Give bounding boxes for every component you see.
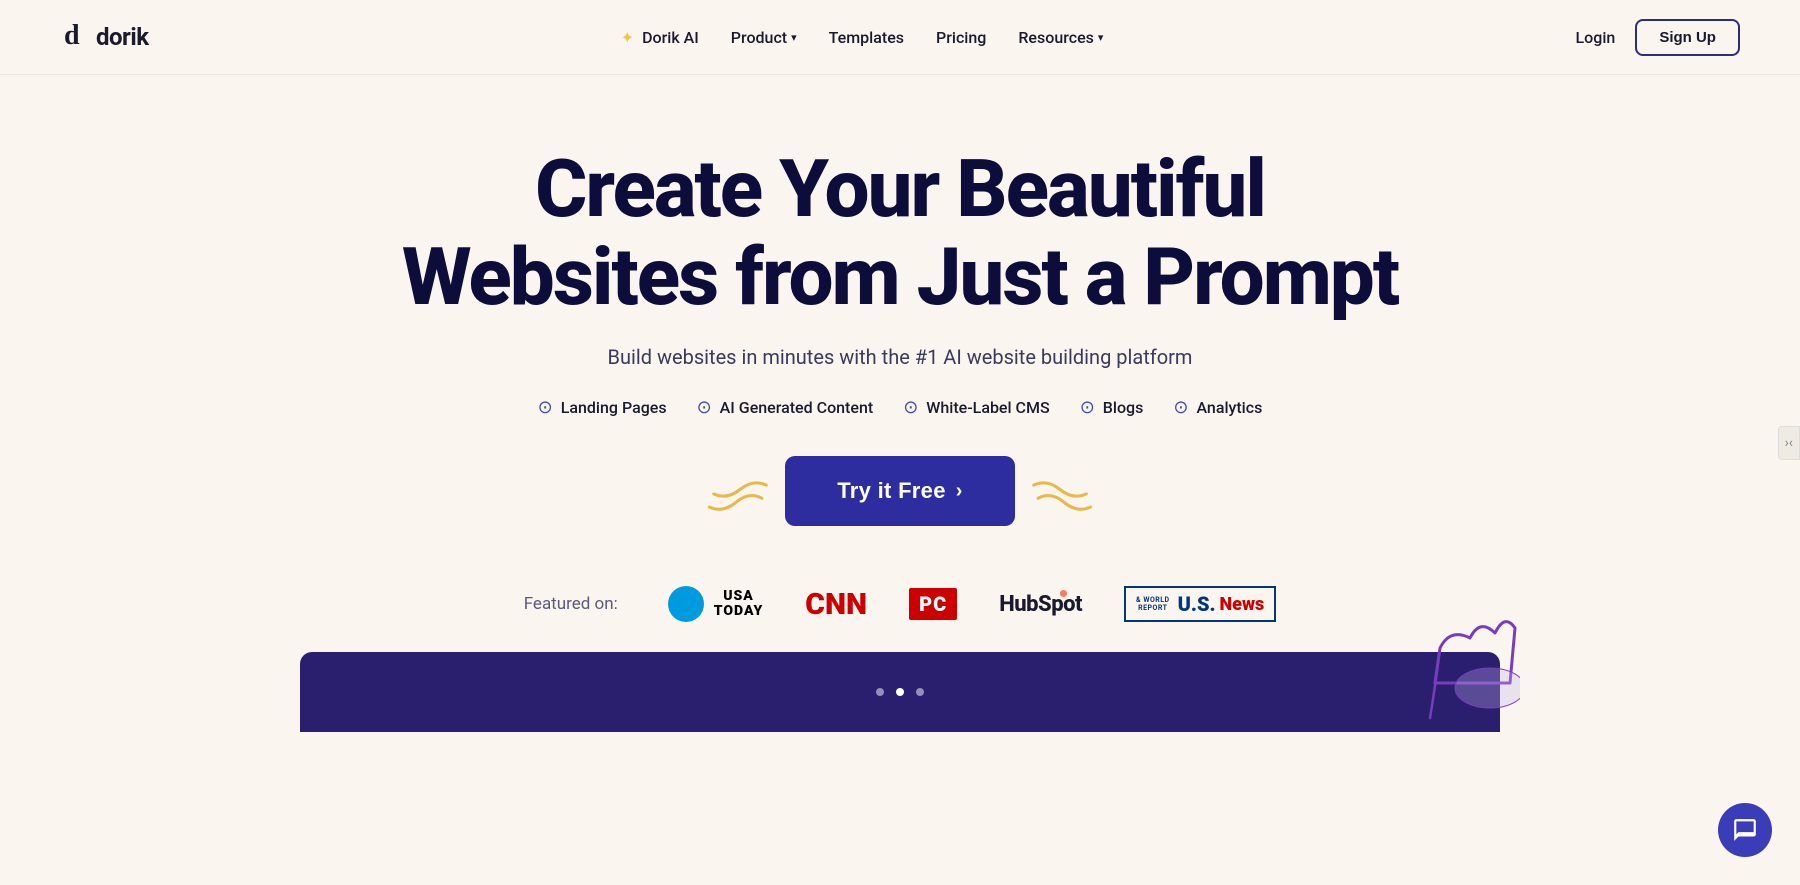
- svg-text:d: d: [64, 20, 80, 51]
- nav-label-templates: Templates: [829, 28, 904, 47]
- hero-title: Create Your Beautiful Websites from Just…: [402, 145, 1398, 321]
- hero-title-line2: Websites from Just a Prompt: [402, 230, 1398, 324]
- check-icon-white: ⊙: [903, 397, 918, 418]
- hubspot-text: Hub: [999, 592, 1038, 617]
- cta-label: Try it Free: [837, 478, 945, 504]
- squiggle-left-icon: [705, 472, 775, 516]
- logo-pc-mag: PC: [909, 588, 957, 620]
- chat-bubble-button[interactable]: [1718, 803, 1772, 857]
- usnews-us-text: U.S.: [1178, 592, 1216, 616]
- scroll-indicator[interactable]: ›‹: [1778, 426, 1800, 460]
- hero-subtitle: Build websites in minutes with the #1 AI…: [608, 345, 1193, 369]
- nav-item-resources[interactable]: Resources ▾: [1018, 28, 1103, 47]
- check-icon-landing: ⊙: [538, 397, 553, 418]
- preview-dot-3: [916, 688, 924, 696]
- preview-dot-2: [896, 688, 904, 696]
- feature-landing-pages: ⊙ Landing Pages: [538, 397, 667, 418]
- feature-label-ai: AI Generated Content: [720, 398, 874, 417]
- feature-label-white: White-Label CMS: [926, 398, 1049, 417]
- logo-usa-today: USATODAY: [668, 586, 764, 622]
- logo-hubspot: Hub S p ot: [999, 592, 1082, 617]
- preview-wrapper: [0, 652, 1800, 732]
- featured-section: Featured on: USATODAY CNN PC Hub S: [484, 586, 1317, 652]
- logo-icon: d: [60, 16, 96, 59]
- chevron-down-icon-resources: ▾: [1098, 31, 1104, 44]
- cta-arrow-icon: ›: [956, 480, 963, 503]
- pc-badge: PC: [909, 588, 957, 620]
- bottom-preview: [300, 652, 1500, 732]
- logo-us-news: & WORLDREPORT U.S. News: [1124, 586, 1276, 622]
- logo[interactable]: d dorik: [60, 16, 149, 59]
- hubspot-s: S: [1038, 592, 1051, 617]
- feature-label-analytics: Analytics: [1196, 398, 1262, 417]
- hero-section: Create Your Beautiful Websites from Just…: [0, 75, 1800, 652]
- hubspot-orange-dot: [1060, 590, 1067, 597]
- nav-item-pricing[interactable]: Pricing: [936, 28, 986, 47]
- hubspot-spot: p: [1051, 592, 1063, 617]
- check-icon-blogs: ⊙: [1080, 397, 1095, 418]
- navbar: d dorik ✦ Dorik AI Product ▾ Templates P…: [0, 0, 1800, 75]
- featured-logos: USATODAY CNN PC Hub S p ot: [668, 586, 1277, 622]
- check-icon-analytics: ⊙: [1173, 397, 1188, 418]
- check-icon-ai: ⊙: [697, 397, 712, 418]
- usa-today-text: USATODAY: [714, 589, 764, 620]
- try-free-button[interactable]: Try it Free ›: [785, 456, 1014, 526]
- feature-ai-content: ⊙ AI Generated Content: [697, 397, 874, 418]
- featured-label: Featured on:: [524, 594, 618, 614]
- nav-label-pricing: Pricing: [936, 28, 986, 47]
- preview-dot-1: [876, 688, 884, 696]
- feature-label-blogs: Blogs: [1103, 398, 1144, 417]
- usa-today-dot: [668, 586, 704, 622]
- nav-item-product[interactable]: Product ▾: [731, 28, 797, 47]
- crown-decoration: [1340, 608, 1520, 732]
- logo-cnn: CNN: [805, 587, 867, 622]
- hero-features: ⊙ Landing Pages ⊙ AI Generated Content ⊙…: [538, 397, 1263, 418]
- signup-button[interactable]: Sign Up: [1635, 19, 1740, 56]
- nav-label-product: Product: [731, 28, 787, 47]
- logo-text: dorik: [96, 23, 149, 51]
- scroll-indicator-text: ›‹: [1785, 435, 1793, 451]
- squiggle-right-icon: [1025, 472, 1095, 516]
- nav-label-dorik-ai: Dorik AI: [642, 28, 699, 47]
- nav-center: ✦ Dorik AI Product ▾ Templates Pricing R…: [621, 28, 1104, 47]
- hero-wrapper: Create Your Beautiful Websites from Just…: [0, 75, 1800, 732]
- usnews-small-text: & WORLDREPORT: [1136, 596, 1170, 612]
- feature-analytics: ⊙ Analytics: [1173, 397, 1262, 418]
- cta-area: Try it Free ›: [705, 456, 1094, 526]
- login-button[interactable]: Login: [1576, 28, 1616, 47]
- usnews-left: & WORLDREPORT: [1136, 596, 1170, 612]
- feature-white-label: ⊙ White-Label CMS: [903, 397, 1050, 418]
- chat-icon: [1732, 817, 1758, 843]
- usnews-news-text: News: [1220, 594, 1265, 615]
- nav-item-dorik-ai[interactable]: ✦ Dorik AI: [621, 28, 699, 47]
- feature-label-landing: Landing Pages: [561, 398, 667, 417]
- chevron-down-icon: ▾: [791, 31, 797, 44]
- nav-item-templates[interactable]: Templates: [829, 28, 904, 47]
- nav-right: Login Sign Up: [1576, 19, 1740, 56]
- feature-blogs: ⊙ Blogs: [1080, 397, 1144, 418]
- hero-title-line1: Create Your Beautiful: [535, 142, 1265, 236]
- nav-label-resources: Resources: [1018, 28, 1094, 47]
- star-icon: ✦: [621, 28, 634, 47]
